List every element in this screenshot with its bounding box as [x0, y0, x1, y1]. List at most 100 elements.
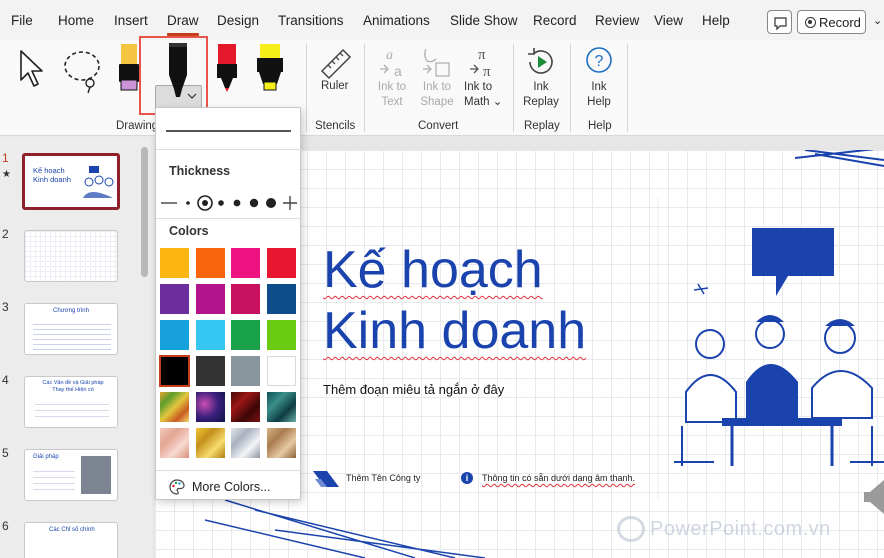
help-question-icon[interactable]: ? [584, 45, 614, 75]
texture-swatch-galaxy[interactable] [196, 392, 225, 422]
color-swatch-yellow[interactable] [160, 248, 189, 278]
color-swatch-magenta[interactable] [196, 284, 225, 314]
ribbon-separator [513, 44, 514, 132]
thumbnail-title: Chương trình [53, 308, 89, 314]
tab-draw[interactable]: Draw [167, 13, 199, 28]
lasso-select-icon[interactable] [60, 46, 106, 96]
tab-animations[interactable]: Animations [363, 13, 430, 28]
ruler-label[interactable]: Ruler [321, 80, 348, 92]
ink-replay-icon[interactable] [524, 45, 558, 79]
thumbnail-content [33, 320, 111, 350]
color-swatch-dark-gray[interactable] [196, 356, 225, 386]
slide-thumbnail-1[interactable]: Kế hoạch Kinh doanh [22, 153, 120, 210]
texture-swatch-silver[interactable] [231, 428, 260, 458]
tab-design[interactable]: Design [217, 13, 259, 28]
more-colors-button[interactable]: More Colors... [192, 480, 271, 494]
audio-info-text[interactable]: Thông tin có sẵn dưới dạng âm thanh. [482, 473, 635, 483]
color-swatch-blue[interactable] [160, 320, 189, 350]
comments-button[interactable] [767, 10, 792, 34]
color-swatch-green[interactable] [231, 320, 260, 350]
pen-stroke-preview [166, 130, 291, 132]
tab-help[interactable]: Help [702, 13, 730, 28]
color-swatch-purple[interactable] [160, 284, 189, 314]
speaker-icon [864, 480, 884, 514]
texture-swatch-gold-multicolor[interactable] [160, 392, 189, 422]
thumbnail-content [35, 399, 109, 421]
record-icon [805, 17, 816, 28]
color-swatch-navy[interactable] [267, 284, 296, 314]
chevron-down-icon[interactable]: ⌄ [873, 14, 882, 27]
texture-swatch-rose-gold[interactable] [160, 428, 189, 458]
company-logo-icon [313, 471, 339, 487]
slide-number: 5 [2, 446, 9, 460]
slide-title-line1: Kế hoạch [323, 241, 543, 299]
dropdown-separator [156, 470, 302, 471]
color-swatch-white[interactable] [267, 356, 296, 386]
ink-to-math-label[interactable]: Ink to Math ⌄ [464, 80, 504, 110]
slide-thumbnail-2[interactable] [24, 230, 118, 282]
record-button[interactable]: Record [797, 10, 866, 34]
thumbnail-content [33, 466, 75, 492]
color-swatch-crimson[interactable] [231, 284, 260, 314]
texture-swatch-red-marble[interactable] [231, 392, 260, 422]
slide-pane-scrollbar[interactable] [141, 147, 148, 277]
slide-thumbnail-6[interactable]: Các Chỉ số chính [24, 522, 118, 558]
ink-help-label[interactable]: Ink Help [584, 80, 614, 110]
dropdown-separator [156, 149, 302, 150]
ribbon: Drawing Ruler Stencils a a Ink to Text In… [0, 40, 884, 146]
slide-thumbnail-pane: 1 ★ Kế hoạch Kinh doanh 2 3 Chương trình… [0, 137, 153, 558]
slide-title[interactable]: Kế hoạch Kinh doanh [323, 240, 586, 362]
tab-review[interactable]: Review [595, 13, 639, 28]
palette-icon [169, 479, 185, 495]
color-swatch-black-selected[interactable] [159, 355, 190, 387]
slide-number: 2 [2, 227, 9, 241]
texture-swatch-gold[interactable] [196, 428, 225, 458]
tab-home[interactable]: Home [58, 13, 94, 28]
color-swatch-pink[interactable] [231, 248, 260, 278]
company-name[interactable]: Thêm Tên Công ty [346, 473, 420, 483]
thickness-slider[interactable] [159, 192, 299, 214]
svg-text:?: ? [595, 53, 604, 70]
slide-subtitle[interactable]: Thêm đoạn miêu tả ngắn ở đây [323, 382, 504, 397]
record-label: Record [819, 15, 861, 30]
group-label-convert: Convert [418, 120, 459, 132]
tab-record[interactable]: Record [533, 13, 577, 28]
slide-thumbnail-3[interactable]: Chương trình [24, 303, 118, 355]
thumbnail-photo [81, 456, 111, 494]
star-icon: ★ [2, 169, 11, 180]
color-swatch-lime[interactable] [267, 320, 296, 350]
highlighter-yellow-icon[interactable] [254, 44, 286, 92]
color-swatch-light-blue[interactable] [196, 320, 225, 350]
thumbnail-title: Kế hoạch Kinh doanh [33, 166, 71, 184]
tab-view[interactable]: View [654, 13, 683, 28]
texture-swatch-teal-marble[interactable] [267, 392, 296, 422]
tab-slide-show[interactable]: Slide Show [450, 13, 518, 28]
ink-replay-label[interactable]: Ink Replay [523, 80, 559, 110]
color-swatch-red[interactable] [267, 248, 296, 278]
ink-to-math-icon[interactable]: π π [466, 45, 500, 79]
ink-to-text-icon: a a [380, 48, 402, 79]
tab-file[interactable]: File [11, 13, 33, 28]
watermark-logo-icon [617, 516, 645, 542]
ribbon-separator [306, 44, 307, 132]
color-swatch-orange[interactable] [196, 248, 225, 278]
slide-number: 1 [2, 151, 9, 165]
slide-thumbnail-5[interactable]: Giải pháp [24, 449, 118, 501]
svg-text:π: π [478, 47, 486, 63]
group-label-drawing: Drawing [116, 120, 159, 132]
select-arrow-icon[interactable] [16, 48, 50, 92]
tab-insert[interactable]: Insert [114, 13, 148, 28]
highlight-annotation-box [139, 36, 208, 115]
slide-number: 3 [2, 300, 9, 314]
slide-number: 6 [2, 519, 9, 533]
group-label-stencils: Stencils [315, 120, 356, 132]
texture-swatch-bronze[interactable] [267, 428, 296, 458]
ruler-icon[interactable] [319, 47, 353, 81]
watermark-text: PowerPoint.com.vn [650, 518, 831, 540]
color-swatch-gray[interactable] [231, 356, 260, 386]
thumbnail-title: Các Chỉ số chính [49, 527, 95, 533]
slide-thumbnail-4[interactable]: Các Vấn đề và Giải pháp Thay thế Hiện có [24, 376, 118, 428]
tab-transitions[interactable]: Transitions [278, 13, 344, 28]
pen-red-icon[interactable] [214, 44, 240, 92]
colors-heading: Colors [169, 224, 209, 238]
